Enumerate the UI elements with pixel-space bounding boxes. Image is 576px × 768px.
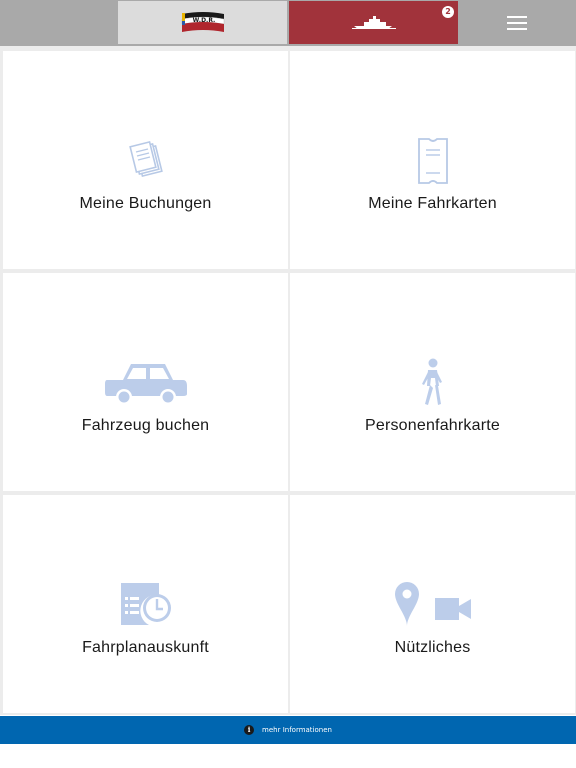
hamburger-menu-icon <box>507 12 527 34</box>
ferry-ship-icon <box>351 15 396 29</box>
info-icon: i <box>244 725 255 735</box>
tile-meine-buchungen[interactable]: Meine Buchungen <box>3 51 288 269</box>
ticket-icon <box>417 138 448 184</box>
main-tile-grid: Meine Buchungen Meine Fahrkarten Fahrzeu… <box>0 46 576 715</box>
documents-icon <box>128 140 163 178</box>
tile-personenfahrkarte[interactable]: Personenfahrkarte <box>290 273 575 491</box>
top-navigation-bar: W.D.R. 2 <box>0 0 576 46</box>
bottom-spacer <box>0 744 576 768</box>
tile-label: Nützliches <box>394 639 471 656</box>
location-video-icon <box>394 582 471 626</box>
svg-text:W.D.R.: W.D.R. <box>192 17 215 24</box>
tile-nuetzliches[interactable]: Nützliches <box>290 495 575 713</box>
car-icon <box>104 364 187 405</box>
nav-ferry-tab-active[interactable]: 2 <box>289 1 458 44</box>
tile-label: Fahrzeug buchen <box>81 417 210 434</box>
tile-fahrplanauskunft[interactable]: Fahrplanauskunft <box>3 495 288 713</box>
more-info-label: mehr Informationen <box>262 726 332 734</box>
nav-segment-empty <box>2 1 117 44</box>
tile-label: Fahrplanauskunft <box>82 639 209 656</box>
more-info-bar[interactable]: i mehr Informationen <box>0 716 576 744</box>
cart-count-badge: 2 <box>442 6 454 18</box>
tile-label: Personenfahrkarte <box>364 417 501 434</box>
tile-label: Meine Fahrkarten <box>368 195 497 212</box>
tile-label: Meine Buchungen <box>79 195 212 212</box>
wdr-flag-logo-icon: W.D.R. <box>181 11 224 32</box>
menu-button[interactable] <box>460 1 574 44</box>
nav-home-logo[interactable]: W.D.R. <box>118 1 287 44</box>
tile-meine-fahrkarten[interactable]: Meine Fahrkarten <box>290 51 575 269</box>
tile-fahrzeug-buchen[interactable]: Fahrzeug buchen <box>3 273 288 491</box>
timetable-icon <box>120 583 171 625</box>
pedestrian-icon <box>421 358 442 405</box>
